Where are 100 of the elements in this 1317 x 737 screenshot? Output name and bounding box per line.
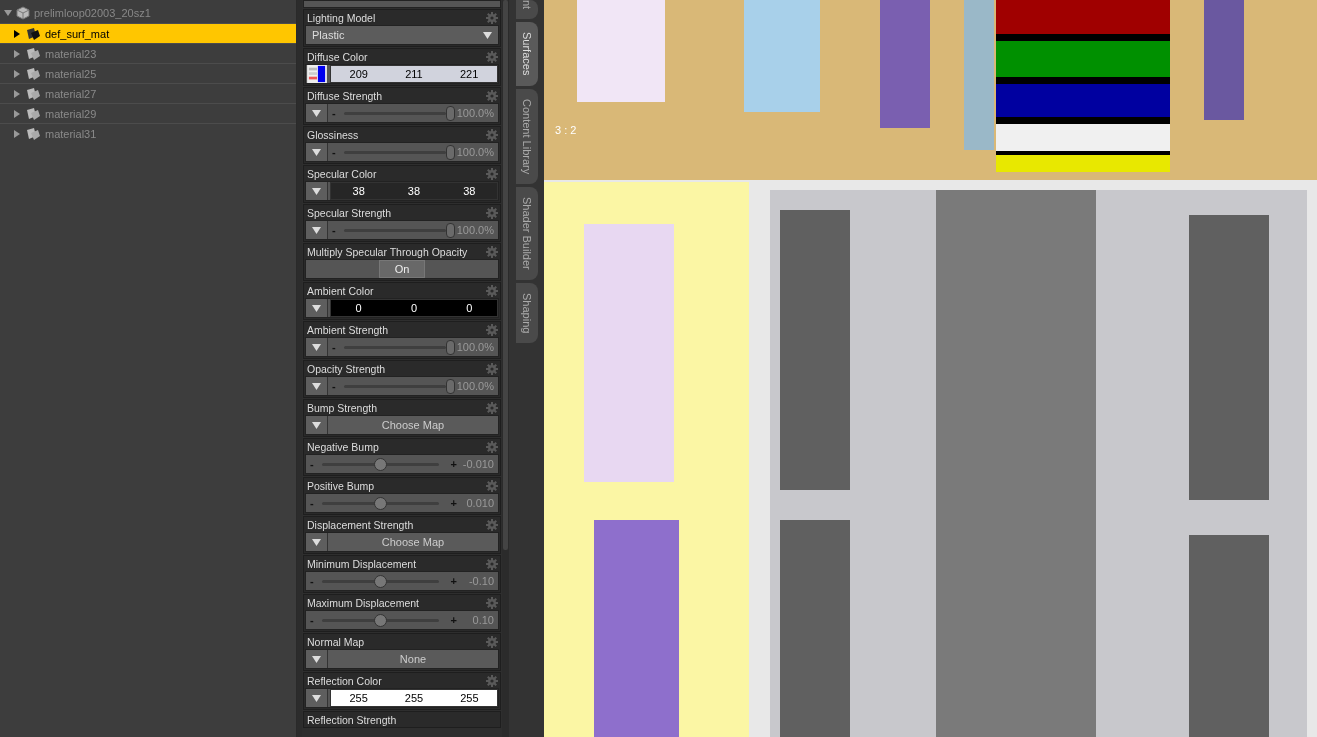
down-triangle-icon (312, 382, 321, 390)
gear-icon[interactable] (486, 362, 498, 375)
property-label: Displacement Strength (307, 518, 414, 531)
material-icon (25, 66, 41, 81)
color-field[interactable]: 38 38 38 (330, 182, 498, 200)
plus-sign: + (450, 575, 457, 587)
slider-thumb[interactable] (374, 613, 388, 627)
gear-icon[interactable] (486, 596, 498, 609)
menu-button[interactable] (306, 533, 328, 551)
gear-icon[interactable] (486, 557, 498, 570)
gear-icon[interactable] (486, 11, 498, 24)
property-label: Negative Bump (307, 440, 379, 453)
property-label: Bump Strength (307, 401, 378, 414)
menu-button[interactable] (306, 377, 328, 395)
plus-sign: + (450, 497, 457, 509)
down-triangle-icon (312, 304, 321, 312)
toggle-button[interactable]: On (379, 260, 425, 278)
slider-thumb[interactable] (445, 378, 455, 394)
menu-button[interactable] (306, 143, 328, 161)
side-tab[interactable]: Shader Builder (515, 186, 538, 280)
property-label: Minimum Displacement (307, 557, 417, 570)
side-tab[interactable]: Shaping (515, 282, 538, 343)
scrollbar-thumb[interactable] (503, 0, 508, 550)
side-tab[interactable]: Content Library (515, 88, 538, 184)
property-label: Opacity Strength (307, 362, 386, 375)
gear-icon[interactable] (486, 89, 498, 102)
property-label: Reflection Color (307, 674, 382, 687)
gear-icon[interactable] (486, 635, 498, 648)
property-label: Positive Bump (307, 479, 375, 492)
gear-icon[interactable] (486, 206, 498, 219)
side-tab[interactable]: nt (515, 0, 538, 20)
menu-button[interactable] (306, 299, 328, 317)
menu-button[interactable] (306, 689, 328, 707)
minus-sign: - (332, 224, 336, 236)
map-button[interactable]: None (328, 650, 498, 668)
map-button[interactable]: Choose Map (328, 416, 498, 434)
plus-sign: + (450, 458, 457, 470)
slider-thumb[interactable] (374, 457, 388, 471)
menu-button[interactable] (306, 221, 328, 239)
tree-item[interactable]: material27 (0, 83, 296, 103)
slider-value: -0.010 (461, 458, 494, 470)
slider-value: 100.0% (456, 146, 494, 158)
color-field[interactable]: 209 211 221 (330, 65, 498, 83)
material-icon (25, 46, 41, 61)
property-label: Lighting Model (307, 11, 376, 24)
gear-icon[interactable] (486, 245, 498, 258)
down-triangle-icon (312, 109, 321, 117)
slider-value: -0.10 (467, 575, 494, 587)
property-label: Ambient Strength (307, 323, 389, 336)
material-icon (25, 126, 41, 141)
slider-thumb[interactable] (445, 222, 455, 238)
slider-thumb[interactable] (374, 496, 388, 510)
tree-root-label[interactable]: prelimloop02003_20sz1 (34, 7, 151, 19)
color-swatch-icon[interactable] (306, 65, 328, 83)
gear-icon[interactable] (486, 674, 498, 687)
property-label: Multiply Specular Through Opacity (307, 245, 468, 258)
side-tab[interactable]: Surfaces (515, 22, 538, 86)
gear-icon[interactable] (486, 401, 498, 414)
dropdown[interactable]: Plastic (306, 26, 498, 44)
material-icon (25, 26, 41, 41)
gear-icon[interactable] (486, 440, 498, 453)
down-triangle-icon (312, 538, 321, 546)
down-triangle-icon (312, 148, 321, 156)
menu-button[interactable] (306, 182, 328, 200)
tree-item[interactable]: def_surf_mat (0, 23, 296, 43)
menu-button[interactable] (306, 416, 328, 434)
expand-arrow-icon[interactable] (4, 9, 12, 17)
gear-icon[interactable] (486, 167, 498, 180)
property-label: Normal Map (307, 635, 365, 648)
slider-thumb[interactable] (445, 339, 455, 355)
minus-sign: - (332, 341, 336, 353)
property-label: Specular Strength (307, 206, 392, 219)
tree-item[interactable]: material25 (0, 63, 296, 83)
gear-icon[interactable] (486, 128, 498, 141)
gear-icon[interactable] (486, 518, 498, 531)
menu-button[interactable] (306, 650, 328, 668)
gear-icon[interactable] (486, 479, 498, 492)
minus-sign: - (310, 458, 314, 470)
cube-icon (16, 6, 30, 20)
menu-button[interactable] (306, 338, 328, 356)
map-button[interactable]: Choose Map (328, 533, 498, 551)
slider-value: 0.10 (471, 614, 494, 626)
down-triangle-icon (312, 421, 321, 429)
collapse-arrow-icon[interactable] (13, 29, 21, 38)
tree-item[interactable]: material31 (0, 123, 296, 143)
slider-thumb[interactable] (445, 105, 455, 121)
toggle-field[interactable]: On (305, 259, 499, 279)
property-label: Reflection Strength (307, 713, 397, 726)
color-field[interactable]: 0 0 0 (330, 299, 498, 317)
color-field[interactable]: 255 255 255 (330, 689, 498, 707)
slider-thumb[interactable] (445, 144, 455, 160)
gear-icon[interactable] (486, 50, 498, 63)
menu-button[interactable] (306, 104, 328, 122)
property-label: Specular Color (307, 167, 377, 180)
tree-item[interactable]: material23 (0, 43, 296, 63)
tree-item[interactable]: material29 (0, 103, 296, 123)
gear-icon[interactable] (486, 323, 498, 336)
property-control[interactable] (303, 0, 501, 8)
slider-thumb[interactable] (374, 574, 388, 588)
gear-icon[interactable] (486, 284, 498, 297)
